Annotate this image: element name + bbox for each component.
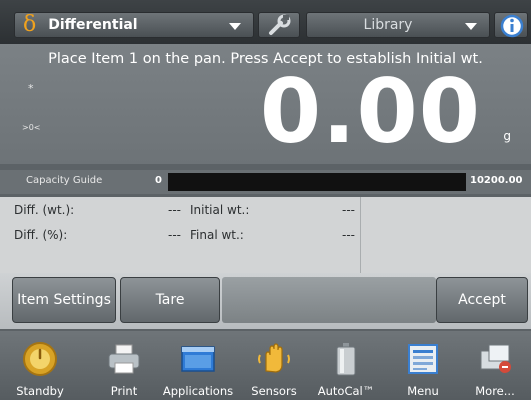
stable-indicator: * [28, 82, 34, 95]
printer-icon [108, 344, 140, 374]
initial-wt-value: --- [342, 203, 355, 217]
nav-sensors[interactable]: Sensors [238, 331, 310, 400]
capacity-guide: Capacity Guide 0 10200.00 [0, 170, 531, 194]
weight-display: Place Item 1 on the pan. Press Accept to… [0, 44, 531, 164]
nav-standby-label: Standby [16, 384, 64, 398]
data-field: Diff. (wt.): --- Initial wt.: --- Diff. … [0, 197, 531, 273]
nav-print[interactable]: Print [88, 331, 160, 400]
sensors-hand-icon [258, 343, 290, 373]
tare-button[interactable]: Tare [120, 277, 220, 323]
capacity-bar [168, 173, 466, 191]
nav-autocal-label: AutoCal™ [317, 384, 375, 398]
action-bar: Item Settings Tare Accept [0, 273, 531, 329]
accept-button[interactable]: Accept [436, 277, 528, 323]
application-name: Differential [48, 17, 138, 33]
nav-standby[interactable]: Standby [4, 331, 76, 400]
initial-wt-label: Initial wt.: [190, 203, 250, 217]
library-label: Library [363, 17, 413, 33]
info-button[interactable] [494, 12, 528, 38]
nav-sensors-label: Sensors [251, 384, 297, 398]
diff-pct-label: Diff. (%): [14, 228, 68, 242]
app-setup-button[interactable] [258, 12, 300, 38]
capacity-max: 10200.00 [470, 175, 523, 186]
nav-more[interactable]: More... [459, 331, 531, 400]
diff-pct-value: --- [168, 228, 181, 242]
nav-more-label: More... [475, 384, 515, 398]
nav-menu[interactable]: Menu [387, 331, 459, 400]
nav-applications[interactable]: Applications [162, 331, 234, 400]
weight-value: 0.00 [259, 60, 481, 163]
standby-icon [23, 342, 57, 376]
item-settings-button[interactable]: Item Settings [12, 277, 116, 323]
bottom-nav: Standby Print Applications Sensors AutoC… [0, 331, 531, 400]
autocal-weight-icon [336, 343, 356, 376]
capacity-min: 0 [155, 175, 162, 186]
capacity-guide-label: Capacity Guide [26, 175, 103, 186]
final-wt-label: Final wt.: [190, 228, 244, 242]
delta-icon: δ [23, 12, 37, 37]
nav-print-label: Print [110, 384, 138, 398]
wrench-icon [269, 14, 291, 35]
application-select[interactable]: δ Differential [14, 12, 254, 38]
library-select[interactable]: Library [306, 12, 490, 38]
applications-icon [181, 346, 215, 372]
nav-menu-label: Menu [407, 384, 439, 398]
more-icon [480, 344, 511, 373]
chevron-down-icon [465, 23, 477, 30]
menu-icon [408, 344, 438, 374]
info-icon [500, 14, 524, 38]
top-bar: δ Differential Library [0, 0, 531, 44]
weight-unit: g [503, 129, 511, 143]
action-spacer [222, 277, 436, 323]
chevron-down-icon [229, 23, 241, 30]
nav-applications-label: Applications [162, 384, 234, 398]
nav-autocal[interactable]: AutoCal™ [310, 331, 382, 400]
data-divider [360, 197, 361, 273]
diff-wt-label: Diff. (wt.): [14, 203, 75, 217]
diff-wt-value: --- [168, 203, 181, 217]
final-wt-value: --- [342, 228, 355, 242]
center-of-zero-indicator: >0< [22, 123, 41, 132]
